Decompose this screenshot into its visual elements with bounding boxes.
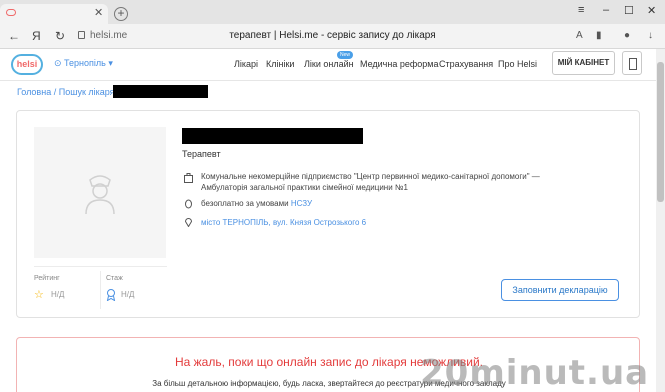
redacted-doctor-name-breadcrumb [113,85,208,98]
rating-label: Рейтинг [34,275,60,282]
nav-clinics[interactable]: Клініки [266,59,294,69]
minimize-icon[interactable]: – [603,4,609,16]
doctor-photo-placeholder [34,127,166,258]
new-badge: New [337,51,354,59]
nav-doctors[interactable]: Лікарі [234,59,258,69]
bookmark-icon[interactable]: ▮ [596,30,602,41]
medal-icon [106,289,116,301]
close-icon[interactable]: ✕ [94,6,103,19]
menu-icon[interactable]: ≡ [578,4,584,16]
browser-tab-bar: ✕ + ≡ – ☐ ✕ [0,0,665,24]
page-title: терапевт | Helsi.me - сервіс запису до л… [229,30,436,41]
clinic-name-line1: Комунальне некомерційне підприємство "Це… [201,172,540,181]
nav-about[interactable]: Про Helsi [498,59,537,69]
chevron-down-icon: ▾ [105,58,113,68]
location-pin-icon [184,218,193,227]
doctor-card: Рейтинг ☆ Н/Д Стаж Н/Д Терапевт Комуналь… [16,110,640,318]
payment-info: безоплатно за умовами НСЗУ [201,198,312,209]
watermark: 20minut.ua [420,353,650,392]
payment-text: безоплатно за умовами [201,199,289,208]
my-cabinet-button[interactable]: МІЙ КАБІНЕТ [552,51,615,75]
breadcrumb: Головна / Пошук лікаря / [17,87,120,97]
doctor-specialty: Терапевт [182,149,221,159]
nav-insurance[interactable]: Страхування [439,59,493,69]
clinic-address-link[interactable]: місто ТЕРНОПІЛЬ, вул. Князя Острозького … [201,217,366,228]
cloud-icon [6,9,16,16]
translate-icon[interactable]: A [576,30,583,41]
city-label: Тернопіль [64,58,106,68]
experience-value: Н/Д [121,290,135,299]
download-icon[interactable]: ↓ [648,30,653,41]
payment-icon [185,199,192,209]
scrollbar-thumb[interactable] [657,62,664,202]
alice-icon[interactable]: ● [624,30,630,41]
maximize-icon[interactable]: ☐ [624,4,634,17]
fill-declaration-button[interactable]: Заповнити декларацію [501,279,619,301]
rating-value: Н/Д [51,290,65,299]
clinic-building-icon [184,173,193,183]
clinic-name-line2: Амбулаторія загальної практики сімейної … [201,183,408,192]
city-selector[interactable]: ⊙ Тернопіль ▾ [54,58,113,69]
nszu-link[interactable]: НСЗУ [291,199,312,208]
close-window-icon[interactable]: ✕ [647,4,656,17]
address-bar: ← Я ↻ helsi.me терапевт | Helsi.me - сер… [0,24,665,49]
new-tab-button[interactable]: + [114,7,128,21]
star-icon: ☆ [34,289,44,301]
location-pin-icon: ⊙ [54,58,65,68]
nav-medical-reform[interactable]: Медична реформа [360,59,438,69]
nav-drugs-online[interactable]: Ліки онлайн [304,59,354,69]
stats-vertical-divider [100,271,101,309]
helsi-logo[interactable]: helsi [11,54,43,75]
doctor-avatar-icon [85,175,115,214]
stats-divider [34,266,167,267]
breadcrumb-home[interactable]: Головна [17,87,51,97]
breadcrumb-separator: / [53,87,57,97]
logout-icon[interactable] [622,51,642,75]
browser-tab[interactable]: ✕ [0,4,108,24]
site-header: helsi ⊙ Тернопіль ▾ Лікарі Клініки Ліки … [0,49,665,81]
breadcrumb-search[interactable]: Пошук лікаря [59,87,115,97]
redacted-doctor-name [182,128,363,144]
experience-label: Стаж [106,275,123,282]
